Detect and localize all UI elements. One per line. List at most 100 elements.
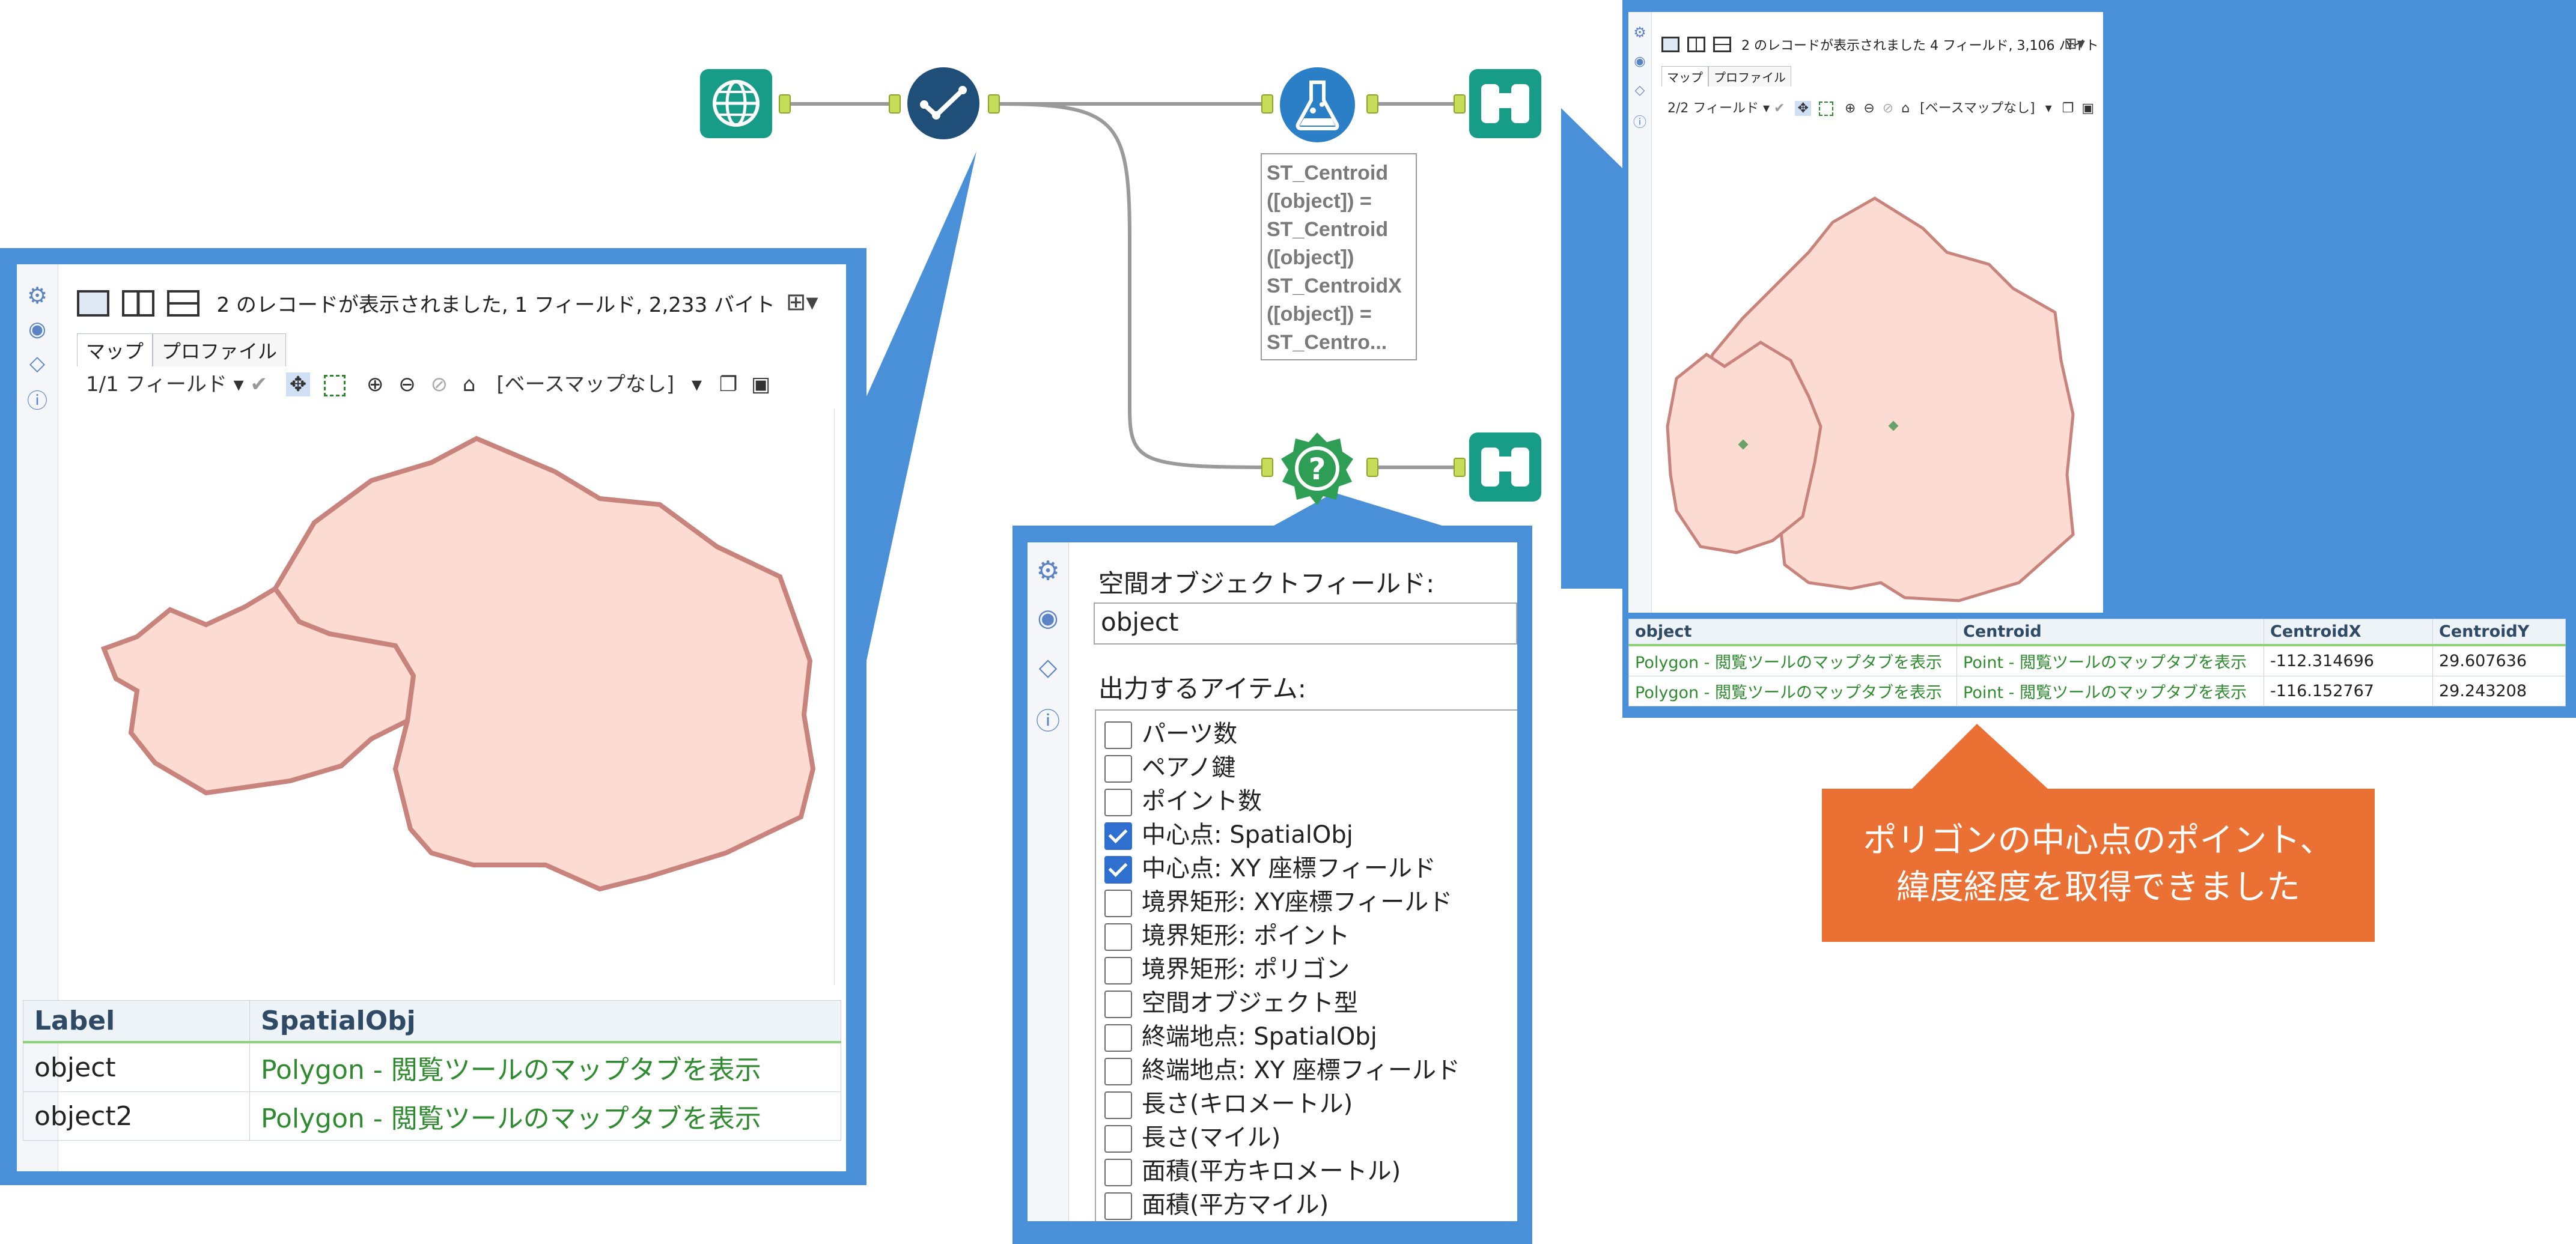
col-spatialobj[interactable]: SpatialObj bbox=[249, 1000, 841, 1043]
help-icon[interactable]: ⓘ bbox=[1036, 702, 1060, 736]
col-object[interactable]: object bbox=[1628, 619, 1957, 646]
zoom-out-icon[interactable]: ⊖ bbox=[398, 372, 416, 396]
home-icon[interactable]: ⌂ bbox=[463, 372, 476, 396]
checkbox[interactable] bbox=[1104, 1058, 1132, 1085]
col-centroid[interactable]: Centroid bbox=[1956, 619, 2264, 646]
list-item[interactable]: 境界矩形: ポイント bbox=[1104, 916, 1350, 951]
checkbox[interactable] bbox=[1104, 991, 1132, 1018]
checkbox[interactable] bbox=[1104, 957, 1132, 985]
layout-single-icon[interactable] bbox=[77, 290, 109, 317]
settings-icon[interactable]: ◉ bbox=[28, 317, 46, 341]
checkbox[interactable] bbox=[1104, 1159, 1132, 1186]
checkbox[interactable] bbox=[1104, 923, 1132, 951]
layout-single-icon[interactable] bbox=[1661, 37, 1679, 52]
col-label[interactable]: Label bbox=[23, 1000, 250, 1043]
tab-profile[interactable]: プロファイル bbox=[1708, 66, 1791, 86]
checkbox[interactable] bbox=[1104, 721, 1132, 749]
gear-icon[interactable]: ⚙ bbox=[1036, 556, 1059, 586]
help-icon[interactable]: ⓘ bbox=[27, 384, 47, 414]
zoom-select-icon[interactable]: ⊘ bbox=[431, 372, 448, 396]
col-centroidx[interactable]: CentroidX bbox=[2264, 619, 2433, 646]
list-item[interactable]: 終端地点: SpatialObj bbox=[1104, 1017, 1377, 1052]
help-icon[interactable]: ⓘ bbox=[1633, 112, 1646, 131]
list-item[interactable]: 終端地点: XY 座標フィールド bbox=[1104, 1051, 1460, 1085]
select-rect-icon[interactable] bbox=[1818, 102, 1833, 116]
gear-icon[interactable]: ⚙ bbox=[27, 282, 47, 309]
browse-tool-2[interactable] bbox=[1469, 432, 1541, 502]
right-map-area[interactable] bbox=[1652, 126, 2097, 607]
zoom-select-icon[interactable]: ⊘ bbox=[1883, 101, 1893, 116]
checkbox[interactable] bbox=[1104, 755, 1132, 783]
list-item[interactable]: 境界矩形: XY座標フィールド bbox=[1104, 882, 1452, 917]
create-points-tool[interactable] bbox=[907, 67, 979, 139]
text-input-tool[interactable] bbox=[700, 69, 772, 138]
check-icon[interactable]: ✔ bbox=[251, 372, 268, 396]
right-view-options-icon[interactable]: ⊞▾ bbox=[2064, 35, 2085, 53]
zoom-in-icon[interactable]: ⊕ bbox=[1845, 101, 1856, 116]
list-item[interactable]: パーツ数 bbox=[1104, 714, 1237, 749]
save-icon[interactable]: ▣ bbox=[2081, 101, 2094, 116]
list-item[interactable]: 長さ(マイル) bbox=[1104, 1118, 1280, 1153]
left-map-area[interactable] bbox=[59, 408, 835, 985]
tag-icon[interactable]: ◇ bbox=[1635, 83, 1645, 98]
checkbox[interactable] bbox=[1104, 856, 1132, 884]
list-item[interactable]: 中心点: SpatialObj bbox=[1104, 815, 1353, 850]
list-item[interactable]: 面積(平方マイル) bbox=[1104, 1185, 1329, 1220]
spatial-field-select[interactable]: object bbox=[1094, 602, 1517, 645]
list-item[interactable]: ペアノ鍵 bbox=[1104, 748, 1235, 783]
formula-tool[interactable] bbox=[1280, 67, 1355, 142]
layout-split-horizontal-icon[interactable] bbox=[1713, 37, 1731, 52]
gear-icon[interactable]: ⚙ bbox=[1633, 24, 1646, 41]
left-view-options-icon[interactable]: ⊞▾ bbox=[786, 288, 818, 316]
table-row[interactable]: object2 Polygon - 閲覧ツールのマップタブを表示 bbox=[23, 1091, 841, 1141]
tag-icon[interactable]: ◇ bbox=[1039, 654, 1058, 681]
col-centroidy[interactable]: CentroidY bbox=[2432, 619, 2566, 646]
settings-icon[interactable]: ◉ bbox=[1634, 54, 1645, 69]
checkbox[interactable] bbox=[1104, 1091, 1132, 1119]
list-item[interactable]: 境界矩形: ポリゴン bbox=[1104, 950, 1350, 985]
checkbox[interactable] bbox=[1104, 789, 1132, 816]
checkbox[interactable] bbox=[1104, 890, 1132, 917]
list-item[interactable]: 面積(平方キロメートル) bbox=[1104, 1151, 1401, 1186]
tab-map[interactable]: マップ bbox=[77, 333, 153, 366]
checkbox[interactable] bbox=[1104, 1192, 1132, 1220]
checkbox[interactable] bbox=[1104, 1125, 1132, 1153]
tab-profile[interactable]: プロファイル bbox=[153, 333, 287, 366]
checkbox[interactable] bbox=[1104, 1024, 1132, 1052]
chevron-down-icon[interactable]: ▾ bbox=[692, 372, 702, 396]
layout-split-vertical-icon[interactable] bbox=[121, 290, 154, 317]
right-field-selector[interactable]: 2/2 フィールド bbox=[1667, 101, 1759, 116]
right-basemap-select[interactable]: [ベースマップなし] bbox=[1920, 101, 2035, 116]
browse-tool-1[interactable] bbox=[1469, 69, 1541, 138]
home-icon[interactable]: ⌂ bbox=[1901, 101, 1910, 116]
select-rect-icon[interactable] bbox=[324, 374, 346, 396]
copy-icon[interactable]: ❐ bbox=[2062, 101, 2074, 116]
list-item[interactable]: 空間オブジェクト型 bbox=[1104, 983, 1358, 1018]
pan-icon[interactable]: ✥ bbox=[285, 372, 311, 396]
chevron-down-icon[interactable]: ▾ bbox=[2045, 101, 2052, 116]
list-item[interactable]: 中心点: XY 座標フィールド bbox=[1104, 849, 1436, 884]
tag-icon[interactable]: ◇ bbox=[29, 351, 45, 375]
table-row[interactable]: Polygon - 閲覧ツールのマップタブを表示 Point - 閲覧ツールのマ… bbox=[1628, 645, 2566, 676]
table-row[interactable]: object Polygon - 閲覧ツールのマップタブを表示 bbox=[23, 1042, 841, 1092]
pan-icon[interactable]: ✥ bbox=[1795, 101, 1811, 116]
layout-split-vertical-icon[interactable] bbox=[1687, 37, 1705, 52]
chevron-down-icon[interactable]: ▾ bbox=[234, 372, 251, 396]
copy-icon[interactable]: ❐ bbox=[719, 372, 737, 396]
left-basemap-select[interactable]: [ベースマップなし] bbox=[496, 372, 674, 396]
zoom-in-icon[interactable]: ⊕ bbox=[367, 372, 384, 396]
left-field-selector[interactable]: 1/1 フィールド bbox=[86, 372, 227, 396]
table-row[interactable]: Polygon - 閲覧ツールのマップタブを表示 Point - 閲覧ツールのマ… bbox=[1628, 676, 2566, 706]
settings-icon[interactable]: ◉ bbox=[1038, 604, 1059, 632]
save-icon[interactable]: ▣ bbox=[751, 372, 770, 396]
zoom-out-icon[interactable]: ⊖ bbox=[1863, 101, 1874, 116]
list-item[interactable]: 長さ(キロメートル) bbox=[1104, 1084, 1353, 1119]
check-icon[interactable]: ✔ bbox=[1774, 101, 1785, 116]
layout-split-horizontal-icon[interactable] bbox=[166, 290, 199, 317]
tab-map[interactable]: マップ bbox=[1661, 66, 1708, 86]
spatial-info-tool[interactable]: ? bbox=[1280, 431, 1355, 506]
checkbox[interactable] bbox=[1104, 822, 1132, 850]
chevron-down-icon[interactable]: ▾ bbox=[1763, 101, 1774, 116]
list-item[interactable]: ポイント数 bbox=[1104, 781, 1262, 816]
output-items-list[interactable]: パーツ数 ペアノ鍵 ポイント数 中心点: SpatialObj 中心点: XY … bbox=[1095, 709, 1517, 1221]
